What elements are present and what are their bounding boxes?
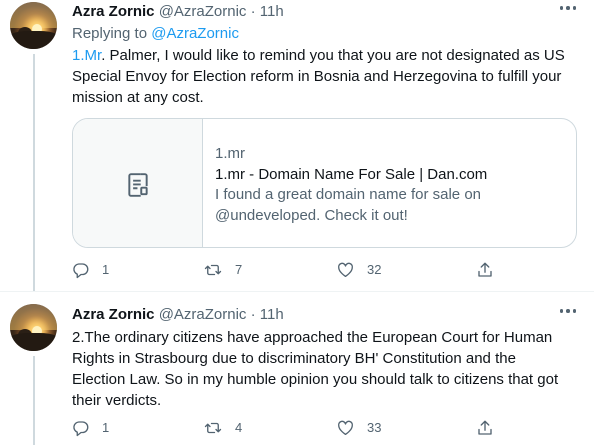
retweet-count: 7 [235, 262, 243, 277]
tweet-header: Azra Zornic @AzraZornic · 11h [72, 305, 284, 324]
tweet-text-line: Election Law. So in my humble opinion yo… [72, 371, 559, 388]
retweet-button[interactable]: 7 [203, 261, 242, 279]
retweet-icon [204, 422, 222, 434]
author-handle[interactable]: @AzraZornic [159, 3, 247, 20]
tweet-1[interactable]: Azra Zornic @AzraZornic · 11h Replying t… [0, 0, 594, 291]
reply-icon [73, 263, 89, 279]
timestamp[interactable]: 11h [260, 3, 284, 20]
share-icon [478, 420, 492, 435]
retweet-count: 4 [235, 420, 243, 435]
separator: · [250, 306, 256, 323]
thread-line [33, 54, 35, 291]
heart-icon [338, 420, 353, 436]
tweet-text-line: mission at any cost. [72, 89, 204, 106]
tweet-header: Azra Zornic @AzraZornic · 11h [72, 2, 284, 21]
card-description: @undeveloped. Check it out! [215, 206, 408, 224]
document-icon [128, 173, 148, 197]
thread-line [33, 356, 35, 445]
author-handle[interactable]: @AzraZornic [159, 306, 247, 323]
share-icon [478, 262, 492, 277]
author-name[interactable]: Azra Zornic [72, 3, 155, 20]
like-count: 33 [367, 420, 382, 435]
heart-icon [338, 262, 353, 278]
card-title: 1.mr - Domain Name For Sale | Dan.com [215, 165, 488, 183]
replying-to-link[interactable]: @AzraZornic [151, 25, 239, 42]
retweet-icon [204, 264, 222, 276]
tweet-text-line: . Palmer, I would like to remind you tha… [101, 47, 565, 64]
replying-to: Replying to @AzraZornic [72, 24, 239, 43]
reply-button[interactable]: 1 [72, 419, 109, 437]
avatar[interactable] [10, 304, 57, 351]
tweet-text-link[interactable]: 1.Mr [72, 47, 101, 64]
card-thumbnail [73, 119, 203, 247]
separator: · [250, 3, 256, 20]
card-domain: 1.mr [215, 145, 245, 162]
card-description: I found a great domain name for sale on [215, 186, 482, 203]
tweet-text-line: Rights in Strasbourg due to discriminato… [72, 350, 516, 367]
avatar[interactable] [10, 2, 57, 49]
timestamp[interactable]: 11h [260, 306, 284, 323]
reply-count: 1 [102, 420, 110, 435]
more-options-icon[interactable] [559, 309, 576, 313]
tweet-text: 2.The ordinary citizens have approached … [72, 327, 572, 411]
tweet-text: 1.Mr. Palmer, I would like to remind you… [72, 45, 572, 108]
retweet-button[interactable]: 4 [203, 419, 242, 437]
tweet-2[interactable]: Azra Zornic @AzraZornic · 11h 2.The ordi… [0, 291, 594, 445]
share-button[interactable] [476, 261, 494, 279]
tweet-text-line: their verdicts. [72, 392, 162, 409]
card-body: 1.mr 1.mr - Domain Name For Sale | Dan.c… [215, 144, 565, 226]
reply-count: 1 [102, 262, 110, 277]
author-name[interactable]: Azra Zornic [72, 306, 155, 323]
like-count: 32 [367, 262, 382, 277]
reply-icon [73, 421, 89, 437]
share-button[interactable] [476, 419, 494, 437]
more-options-icon[interactable] [559, 6, 576, 10]
link-preview-card[interactable]: 1.mr 1.mr - Domain Name For Sale | Dan.c… [72, 118, 577, 248]
tweet-text-line: 2.The ordinary citizens have approached … [72, 329, 553, 346]
like-button[interactable]: 33 [336, 419, 381, 437]
like-button[interactable]: 32 [336, 261, 381, 279]
tweet-text-line: Special Envoy for Election reform in Bos… [72, 68, 562, 85]
replying-label: Replying to [72, 25, 148, 42]
reply-button[interactable]: 1 [72, 261, 109, 279]
